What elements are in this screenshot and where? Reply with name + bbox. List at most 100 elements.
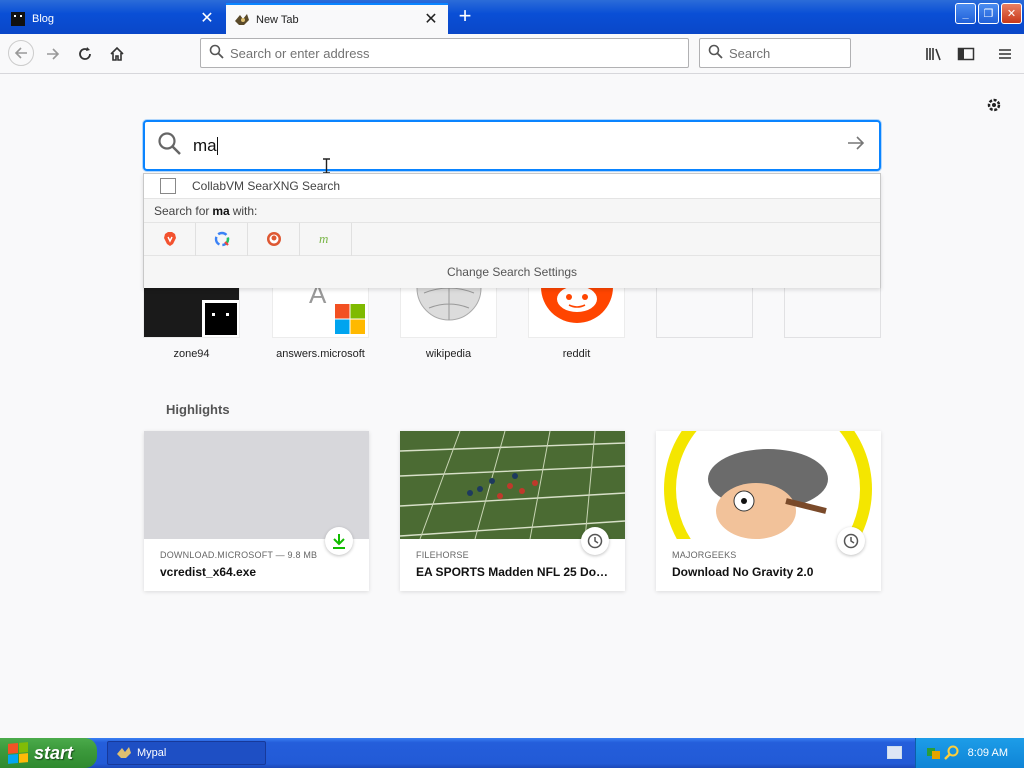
minimize-button[interactable]: _ bbox=[955, 3, 976, 24]
window-close-button[interactable]: ✕ bbox=[1001, 3, 1022, 24]
change-search-settings-button[interactable]: Change Search Settings bbox=[144, 256, 880, 288]
search-icon bbox=[209, 44, 224, 62]
reddit-icon bbox=[540, 287, 614, 330]
microsoft-logo-icon bbox=[331, 300, 368, 337]
card-source: MAJORGEEKS bbox=[672, 550, 737, 560]
card-source: FILEHORSE bbox=[416, 550, 469, 560]
suggestion-item[interactable]: CollabVM SearXNG Search bbox=[144, 174, 880, 199]
site-thumbnail bbox=[784, 287, 881, 338]
highlight-card[interactable]: FILEHORSE EA SPORTS Madden NFL 25 Dow... bbox=[400, 431, 625, 591]
sidebar-icon[interactable] bbox=[954, 42, 978, 66]
svg-text:m: m bbox=[319, 231, 328, 246]
site-label: reddit bbox=[562, 348, 591, 360]
card-source: DOWNLOAD.MICROSOFT — 9.8 MB bbox=[160, 550, 318, 560]
new-tab-button[interactable]: + bbox=[452, 5, 478, 29]
highlights-heading: Highlights bbox=[166, 402, 230, 417]
search-go-arrow-icon[interactable] bbox=[847, 134, 865, 157]
maximize-button[interactable]: ❐ bbox=[978, 3, 999, 24]
taskbar: start Mypal 8:09 AM bbox=[0, 738, 1024, 768]
menu-icon[interactable] bbox=[993, 42, 1017, 66]
download-icon bbox=[325, 527, 353, 555]
card-title: EA SPORTS Madden NFL 25 Dow... bbox=[416, 565, 609, 579]
search-for-suffix: with: bbox=[232, 203, 258, 218]
brave-icon[interactable] bbox=[144, 222, 196, 256]
search-tray-icon[interactable] bbox=[944, 745, 960, 764]
url-bar[interactable] bbox=[200, 38, 689, 68]
site-label: zone94 bbox=[173, 348, 210, 360]
search-icon bbox=[157, 131, 183, 160]
mypal-icon bbox=[116, 746, 132, 760]
search-query-field[interactable]: ma bbox=[193, 136, 847, 156]
search-for-header: Search for ma with: bbox=[144, 199, 880, 223]
start-button[interactable]: start bbox=[0, 738, 97, 768]
reload-icon[interactable] bbox=[73, 42, 97, 66]
card-image bbox=[144, 431, 369, 539]
network-icon[interactable] bbox=[926, 745, 942, 764]
tab-title: Blog bbox=[32, 12, 55, 25]
title-bar: Blog ✕ New Tab ✕ + _ ❐ ✕ bbox=[0, 0, 1024, 34]
highlight-card[interactable]: MAJORGEEKS Download No Gravity 2.0 bbox=[656, 431, 881, 591]
search-for-prefix: Search for bbox=[154, 203, 210, 218]
tab-close-icon[interactable]: ✕ bbox=[422, 11, 440, 29]
clock-icon bbox=[581, 527, 609, 555]
search-icon bbox=[708, 44, 723, 62]
taskbar-item-mypal[interactable]: Mypal bbox=[107, 741, 266, 765]
top-site-placeholder[interactable] bbox=[656, 287, 753, 348]
site-thumbnail: A bbox=[272, 287, 369, 338]
search-for-term: ma bbox=[212, 203, 230, 218]
card-title: vcredist_x64.exe bbox=[160, 565, 257, 579]
mojeek-icon[interactable]: m bbox=[300, 222, 352, 256]
letter-a-icon: A bbox=[309, 287, 327, 309]
card-title: Download No Gravity 2.0 bbox=[672, 565, 814, 579]
wikipedia-globe-icon bbox=[414, 287, 484, 326]
card-image bbox=[656, 431, 881, 539]
tab-blog[interactable]: Blog ✕ bbox=[2, 3, 224, 34]
search-suggestions-dropdown: CollabVM SearXNG Search Search for ma wi… bbox=[143, 173, 881, 288]
back-icon[interactable] bbox=[8, 40, 34, 66]
home-icon[interactable] bbox=[105, 42, 129, 66]
gear-icon[interactable] bbox=[984, 95, 1004, 115]
url-input[interactable] bbox=[230, 45, 688, 61]
site-label: wikipedia bbox=[425, 348, 472, 360]
site-thumbnail bbox=[143, 287, 240, 338]
forward-icon[interactable] bbox=[41, 42, 65, 66]
highlight-card[interactable]: DOWNLOAD.MICROSOFT — 9.8 MB vcredist_x64… bbox=[144, 431, 369, 591]
task-label: Mypal bbox=[137, 747, 167, 759]
duckduckgo-icon[interactable] bbox=[248, 222, 300, 256]
newtab-search-box[interactable]: ma bbox=[143, 120, 881, 171]
mypal-favicon-icon bbox=[234, 12, 250, 28]
tab-new-tab[interactable]: New Tab ✕ bbox=[226, 3, 448, 34]
top-site-tile[interactable]: zone94 bbox=[143, 287, 240, 360]
qwant-icon[interactable] bbox=[196, 222, 248, 256]
suggestion-label: CollabVM SearXNG Search bbox=[192, 179, 341, 193]
text-cursor-icon bbox=[322, 158, 331, 174]
tab-title: New Tab bbox=[256, 13, 299, 26]
card-image bbox=[400, 431, 625, 539]
site-thumbnail bbox=[656, 287, 753, 338]
nav-bar bbox=[0, 34, 1024, 74]
tab-close-icon[interactable]: ✕ bbox=[198, 10, 216, 28]
library-icon[interactable] bbox=[922, 42, 946, 66]
top-sites: zone94 A answers.microsoft wikipedia red… bbox=[143, 287, 881, 367]
site-label: answers.microsoft bbox=[276, 348, 365, 360]
site-thumbnail bbox=[400, 287, 497, 338]
windows-flag-icon bbox=[8, 742, 28, 764]
clock: 8:09 AM bbox=[967, 747, 1008, 759]
top-site-placeholder[interactable] bbox=[784, 287, 881, 348]
clock-icon bbox=[837, 527, 865, 555]
zone94-icon bbox=[202, 300, 239, 337]
search-input[interactable] bbox=[729, 45, 850, 61]
start-label: start bbox=[34, 742, 74, 763]
engine-icon bbox=[160, 178, 176, 194]
top-site-tile[interactable]: reddit bbox=[528, 287, 625, 360]
top-site-tile[interactable]: wikipedia bbox=[400, 287, 497, 360]
system-tray: 8:09 AM bbox=[915, 738, 1024, 768]
top-site-tile[interactable]: A answers.microsoft bbox=[272, 287, 369, 360]
site-thumbnail bbox=[528, 287, 625, 338]
search-bar[interactable] bbox=[699, 38, 851, 68]
search-query-text: ma bbox=[193, 135, 217, 155]
search-engine-list: m bbox=[144, 222, 880, 256]
keyboard-icon[interactable] bbox=[887, 746, 902, 759]
window-controls: _ ❐ ✕ bbox=[955, 3, 1022, 24]
blog-favicon-icon bbox=[10, 11, 26, 27]
